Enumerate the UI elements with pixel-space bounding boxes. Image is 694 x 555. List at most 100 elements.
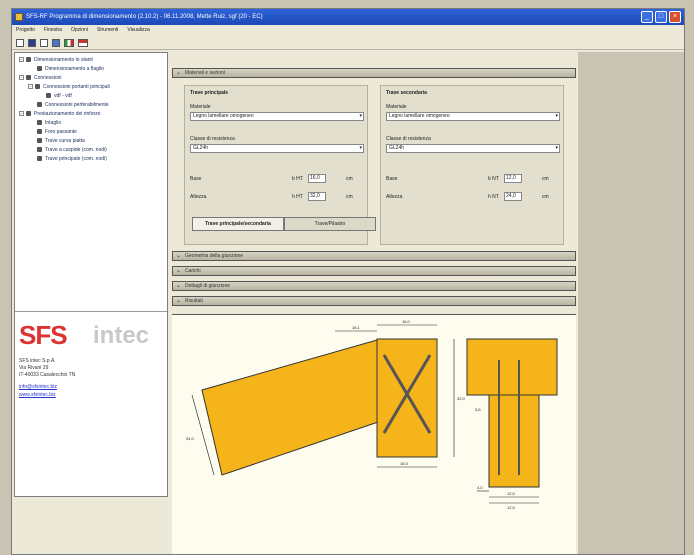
company-address: SFS intec S.p.A. Via Rivani 29 IT-40033 … [19, 358, 75, 379]
tree-node-icon [35, 84, 40, 90]
tree-node-icon [46, 93, 51, 99]
section-loads[interactable]: ⌄ Carichi [172, 266, 576, 276]
new-file-icon[interactable] [16, 39, 24, 47]
section-details[interactable]: ⌄ Dettagli di giunzione [172, 281, 576, 291]
height-row: Altezza h HT 32,0 cm [190, 192, 364, 202]
tree-item[interactable]: Intaglio [37, 120, 61, 126]
height-input[interactable]: 32,0 [308, 192, 326, 201]
height-unit: cm [542, 194, 549, 200]
chevron-down-icon: ⌄ [176, 253, 182, 259]
address-line: SFS intec S.p.A. [19, 358, 56, 364]
tree-item[interactable]: Connessioni perferabilmente [37, 102, 109, 108]
tree-node-icon [37, 138, 42, 144]
material-label: Materiale [190, 104, 211, 110]
width-label: Base [386, 176, 398, 182]
material-select[interactable]: Legno lamellare omogeneo ▾ [190, 112, 364, 121]
class-select[interactable]: GL24h ▾ [386, 144, 560, 153]
tab-main-secondary[interactable]: Trave principale/secondaria [192, 217, 284, 231]
tree-item[interactable]: − Prestazionamento dei rinforzo [19, 111, 100, 117]
tree-node-icon [26, 75, 31, 81]
save-icon[interactable] [28, 39, 36, 47]
flag-en-icon[interactable] [78, 39, 88, 47]
tree-item[interactable]: − Connessioni portanti principali [28, 84, 110, 90]
tree-item[interactable]: vdf - vdf [46, 93, 72, 99]
tree-node-icon [37, 129, 42, 135]
tree-node-icon [26, 57, 31, 63]
menu-strumenti[interactable]: Strumenti [97, 25, 118, 36]
calc-icon[interactable] [52, 39, 60, 47]
company-logo: SFS intec [19, 321, 167, 349]
menu-finestra[interactable]: Finestra [44, 25, 62, 36]
material-select[interactable]: Legno lamellare omogeneo ▾ [386, 112, 560, 121]
main-beam-side [466, 338, 558, 396]
secondary-beam-group: Trave secondaria Materiale Legno lamella… [380, 85, 564, 245]
width-input[interactable]: 12,0 [504, 174, 522, 183]
website-link[interactable]: www.sfsintec.biz [19, 392, 56, 398]
flag-it-icon[interactable] [64, 39, 74, 47]
navigation-panel: − Dimensionamento lo stanti Dimensionamen… [14, 52, 168, 497]
dimension-label: 3,6 [475, 407, 481, 412]
panel-divider [15, 311, 167, 312]
tree-node-icon [37, 120, 42, 126]
height-unit: cm [346, 194, 353, 200]
dropdown-arrow-icon: ▾ [555, 113, 558, 119]
dimension-label: 12,0 [507, 491, 516, 496]
empty-workspace [578, 52, 684, 554]
chevron-down-icon: ⌄ [176, 298, 182, 304]
tree-item[interactable]: Trave principale (com. nodi) [37, 156, 107, 162]
tree-node-icon [37, 102, 42, 108]
print-icon[interactable] [40, 39, 48, 47]
width-unit: cm [542, 176, 549, 182]
chevron-down-icon: ⌄ [176, 70, 182, 76]
title-bar: SFS-RF Programma di dimensionamento (2.1… [12, 9, 684, 25]
maximize-button[interactable]: □ [655, 11, 667, 23]
class-label: Classe di resistenza [386, 136, 431, 142]
menu-visualizza[interactable]: Visualizza [127, 25, 149, 36]
tree-node-icon [26, 111, 31, 117]
navigation-tree: − Dimensionamento lo stanti Dimensionamen… [19, 57, 164, 305]
dimension-label: 12,0 [507, 505, 516, 510]
dimension-label: 16,1 [352, 325, 361, 330]
class-select[interactable]: GL24h ▾ [190, 144, 364, 153]
address-line: Via Rivani 29 [19, 365, 49, 371]
menu-opzioni[interactable]: Opzioni [71, 25, 88, 36]
tree-node-icon [37, 156, 42, 162]
height-symbol: h NT [488, 194, 499, 200]
width-row: Base b NT 12,0 cm [386, 174, 560, 184]
tree-item[interactable]: Trave curva piatta [37, 138, 85, 144]
width-unit: cm [346, 176, 353, 182]
dropdown-arrow-icon: ▾ [555, 145, 558, 151]
tree-item[interactable]: − Connessioni [19, 75, 62, 81]
menu-progetto[interactable]: Progetto [16, 25, 35, 36]
email-link[interactable]: info@sfsintec.biz [19, 384, 57, 390]
tree-node-icon [37, 66, 42, 72]
section-materials[interactable]: ⌄ Materiali e sezioni [172, 68, 576, 78]
group-title: Trave secondaria [386, 90, 427, 96]
secondary-beam-side [488, 394, 540, 488]
main-panel: ⌄ Materiali e sezioni Trave principale Ma… [170, 52, 578, 554]
tab-beam-column[interactable]: Trave/Pilastro [284, 217, 376, 231]
section-geometry[interactable]: ⌄ Geometria della giunzione [172, 251, 576, 261]
chevron-down-icon: ⌄ [176, 283, 182, 289]
logo-sfs: SFS [19, 320, 68, 350]
dimension-label: 16,0 [400, 461, 409, 466]
height-input[interactable]: 24,0 [504, 192, 522, 201]
width-symbol: b NT [488, 176, 499, 182]
tree-item[interactable]: Foro passante [37, 129, 77, 135]
height-label: Altezza [386, 194, 403, 200]
dropdown-arrow-icon: ▾ [359, 145, 362, 151]
minimize-button[interactable]: _ [641, 11, 653, 23]
section-results[interactable]: ⌄ Risultati [172, 296, 576, 306]
tree-item[interactable]: Dimensionamento a flagilo [37, 66, 104, 72]
close-button[interactable]: × [669, 11, 681, 23]
dimension-label: 4,0 [477, 485, 483, 490]
tree-item[interactable]: Trave a cuspide (com. nodi) [37, 147, 107, 153]
material-label: Materiale [386, 104, 407, 110]
menu-bar: Progetto Finestra Opzioni Strumenti Visu… [12, 25, 684, 36]
toolbar [12, 36, 684, 50]
width-input[interactable]: 16,0 [308, 174, 326, 183]
window-title: SFS-RF Programma di dimensionamento (2.1… [26, 14, 263, 20]
app-window: SFS-RF Programma di dimensionamento (2.1… [11, 8, 685, 555]
height-symbol: h HT [292, 194, 303, 200]
tree-item[interactable]: − Dimensionamento lo stanti [19, 57, 93, 63]
